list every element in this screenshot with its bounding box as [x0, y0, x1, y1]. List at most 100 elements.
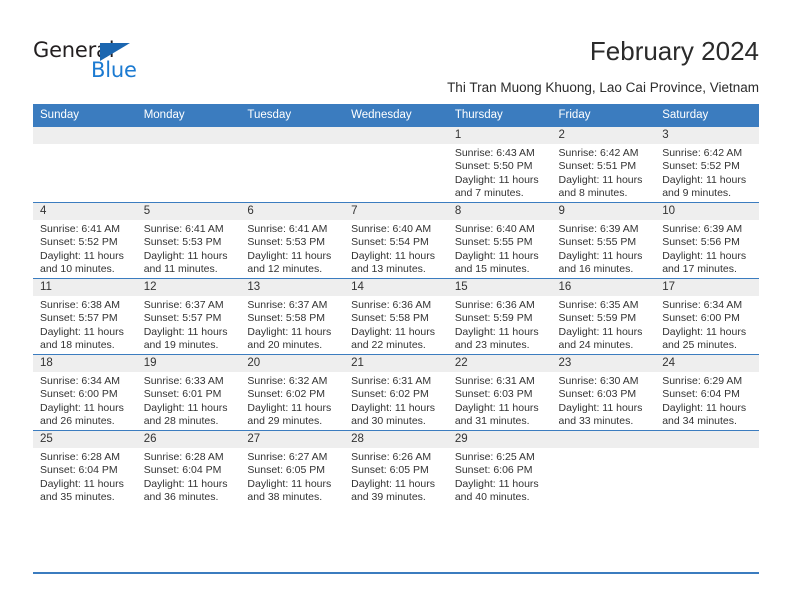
- day-cell[interactable]: [344, 126, 448, 203]
- sunrise-text: Sunrise: 6:31 AM: [351, 375, 432, 387]
- day-number: 12: [136, 279, 241, 296]
- daylight-text-line2: and 17 minutes.: [662, 263, 737, 276]
- sunrise-text: Sunrise: 6:26 AM: [351, 451, 432, 463]
- daylight-text-line2: and 38 minutes.: [247, 491, 323, 504]
- sunrise-text: Sunrise: 6:28 AM: [40, 451, 120, 463]
- brand-logo[interactable]: General Blue: [33, 38, 213, 86]
- calendar-week-row: 4 Sunrise: 6:41 AM Sunset: 5:52 PM Daylight…: [33, 202, 759, 279]
- day-cell[interactable]: 8 Sunrise: 6:40 AM Sunset: 5:55 PM Daylight…: [447, 202, 552, 279]
- day-cell[interactable]: 25 Sunrise: 6:28 AM Sunset: 6:04 PM Dayligh…: [33, 430, 137, 506]
- daylight-text-line1: Daylight: 11 hours: [351, 477, 435, 490]
- day-cell[interactable]: [655, 430, 759, 506]
- day-cell[interactable]: 26 Sunrise: 6:28 AM Sunset: 6:04 PM Dayligh…: [136, 430, 241, 506]
- day-cell[interactable]: 3 Sunrise: 6:42 AM Sunset: 5:52 PM Daylight…: [655, 126, 759, 203]
- day-cell[interactable]: 21 Sunrise: 6:31 AM Sunset: 6:02 PM Dayligh…: [344, 354, 448, 431]
- daylight-text-line2: and 23 minutes.: [454, 339, 530, 352]
- day-cell[interactable]: 4 Sunrise: 6:41 AM Sunset: 5:52 PM Daylight…: [33, 202, 137, 279]
- sunrise-text: Sunrise: 6:42 AM: [662, 147, 743, 159]
- day-number: 20: [240, 355, 345, 372]
- daylight-text-line1: Daylight: 11 hours: [143, 401, 228, 414]
- daylight-text-line2: and 35 minutes.: [40, 491, 115, 504]
- day-cell[interactable]: 27 Sunrise: 6:27 AM Sunset: 6:05 PM Dayligh…: [240, 430, 345, 506]
- day-cell[interactable]: 15 Sunrise: 6:36 AM Sunset: 5:59 PM Dayligh…: [447, 278, 552, 355]
- weekday-header-friday: Friday: [551, 104, 656, 127]
- sunset-text: Sunset: 6:02 PM: [351, 388, 429, 401]
- day-cell[interactable]: 12 Sunrise: 6:37 AM Sunset: 5:57 PM Dayligh…: [136, 278, 241, 355]
- sunrise-text: Sunrise: 6:36 AM: [351, 299, 432, 311]
- day-cell[interactable]: [136, 126, 241, 203]
- sunset-text: Sunset: 5:59 PM: [454, 312, 533, 325]
- day-cell[interactable]: 11 Sunrise: 6:38 AM Sunset: 5:57 PM Dayligh…: [33, 278, 137, 355]
- daylight-text-line2: and 24 minutes.: [558, 339, 634, 352]
- day-cell[interactable]: 13 Sunrise: 6:37 AM Sunset: 5:58 PM Dayligh…: [240, 278, 345, 355]
- daylight-text-line2: and 34 minutes.: [662, 415, 737, 428]
- daylight-text-line1: Daylight: 11 hours: [454, 325, 539, 338]
- daylight-text-line2: and 16 minutes.: [558, 263, 634, 276]
- sunset-text: Sunset: 5:52 PM: [662, 160, 740, 173]
- calendar-week-row: 25 Sunrise: 6:28 AM Sunset: 6:04 PM Dayligh…: [33, 430, 759, 506]
- sunset-text: Sunset: 5:57 PM: [143, 312, 222, 325]
- sunset-text: Sunset: 5:53 PM: [143, 236, 222, 249]
- sunrise-text: Sunrise: 6:43 AM: [454, 147, 535, 159]
- day-cell[interactable]: 23 Sunrise: 6:30 AM Sunset: 6:03 PM Dayligh…: [551, 354, 656, 431]
- day-cell[interactable]: 22 Sunrise: 6:31 AM Sunset: 6:03 PM Dayligh…: [447, 354, 552, 431]
- day-cell[interactable]: 28 Sunrise: 6:26 AM Sunset: 6:05 PM Dayligh…: [344, 430, 448, 506]
- day-cell[interactable]: 5 Sunrise: 6:41 AM Sunset: 5:53 PM Daylight…: [136, 202, 241, 279]
- daylight-text-line2: and 18 minutes.: [40, 339, 115, 352]
- daylight-text-line1: Daylight: 11 hours: [558, 249, 643, 262]
- day-cell[interactable]: 29 Sunrise: 6:25 AM Sunset: 6:06 PM Dayligh…: [447, 430, 552, 506]
- daylight-text-line2: and 39 minutes.: [351, 491, 426, 504]
- day-cell[interactable]: [551, 430, 656, 506]
- day-cell[interactable]: 17 Sunrise: 6:34 AM Sunset: 6:00 PM Dayligh…: [655, 278, 759, 355]
- day-cell[interactable]: 2 Sunrise: 6:42 AM Sunset: 5:51 PM Daylight…: [551, 126, 656, 203]
- day-number: 2: [551, 127, 656, 144]
- day-cell[interactable]: 1 Sunrise: 6:43 AM Sunset: 5:50 PM Daylight…: [447, 126, 552, 203]
- daylight-text-line1: Daylight: 11 hours: [351, 401, 435, 414]
- daylight-text-line2: and 26 minutes.: [40, 415, 115, 428]
- day-cell[interactable]: 24 Sunrise: 6:29 AM Sunset: 6:04 PM Dayligh…: [655, 354, 759, 431]
- day-number: [344, 127, 448, 144]
- day-cell[interactable]: 6 Sunrise: 6:41 AM Sunset: 5:53 PM Daylight…: [240, 202, 345, 279]
- day-cell[interactable]: 18 Sunrise: 6:34 AM Sunset: 6:00 PM Dayligh…: [33, 354, 137, 431]
- daylight-text-line2: and 19 minutes.: [143, 339, 219, 352]
- calendar-week-row: 1 Sunrise: 6:43 AM Sunset: 5:50 PM Daylight…: [33, 126, 759, 203]
- sunrise-text: Sunrise: 6:36 AM: [454, 299, 535, 311]
- day-cell[interactable]: [240, 126, 345, 203]
- sunrise-text: Sunrise: 6:28 AM: [143, 451, 224, 463]
- sunset-text: Sunset: 5:53 PM: [247, 236, 326, 249]
- sunset-text: Sunset: 5:55 PM: [454, 236, 533, 249]
- day-cell[interactable]: 14 Sunrise: 6:36 AM Sunset: 5:58 PM Dayligh…: [344, 278, 448, 355]
- sunset-text: Sunset: 6:04 PM: [662, 388, 740, 401]
- sunset-text: Sunset: 5:52 PM: [40, 236, 118, 249]
- daylight-text-line1: Daylight: 11 hours: [143, 325, 228, 338]
- day-cell[interactable]: 9 Sunrise: 6:39 AM Sunset: 5:55 PM Daylight…: [551, 202, 656, 279]
- sunrise-text: Sunrise: 6:38 AM: [40, 299, 120, 311]
- day-number: 18: [33, 355, 137, 372]
- day-number: 3: [655, 127, 759, 144]
- day-cell[interactable]: 19 Sunrise: 6:33 AM Sunset: 6:01 PM Dayligh…: [136, 354, 241, 431]
- weekday-header-monday: Monday: [136, 104, 241, 127]
- daylight-text-line2: and 12 minutes.: [247, 263, 323, 276]
- sunset-text: Sunset: 6:04 PM: [143, 464, 222, 477]
- day-number: 27: [240, 431, 345, 448]
- sunset-text: Sunset: 6:02 PM: [247, 388, 326, 401]
- daylight-text-line2: and 36 minutes.: [143, 491, 219, 504]
- sunset-text: Sunset: 5:54 PM: [351, 236, 429, 249]
- daylight-text-line2: and 40 minutes.: [454, 491, 530, 504]
- day-cell[interactable]: 10 Sunrise: 6:39 AM Sunset: 5:56 PM Dayligh…: [655, 202, 759, 279]
- sunrise-text: Sunrise: 6:39 AM: [558, 223, 639, 235]
- sunset-text: Sunset: 6:05 PM: [247, 464, 326, 477]
- day-number: 4: [33, 203, 137, 220]
- sunrise-text: Sunrise: 6:27 AM: [247, 451, 328, 463]
- day-number: 22: [447, 355, 552, 372]
- sunrise-text: Sunrise: 6:29 AM: [662, 375, 743, 387]
- sunrise-text: Sunrise: 6:40 AM: [351, 223, 432, 235]
- sunset-text: Sunset: 6:00 PM: [40, 388, 118, 401]
- day-cell[interactable]: 20 Sunrise: 6:32 AM Sunset: 6:02 PM Dayligh…: [240, 354, 345, 431]
- day-cell[interactable]: 7 Sunrise: 6:40 AM Sunset: 5:54 PM Daylight…: [344, 202, 448, 279]
- day-cell[interactable]: [33, 126, 137, 203]
- day-number: 13: [240, 279, 345, 296]
- sunset-text: Sunset: 5:55 PM: [558, 236, 637, 249]
- weekday-header-saturday: Saturday: [655, 104, 759, 127]
- day-cell[interactable]: 16 Sunrise: 6:35 AM Sunset: 5:59 PM Dayligh…: [551, 278, 656, 355]
